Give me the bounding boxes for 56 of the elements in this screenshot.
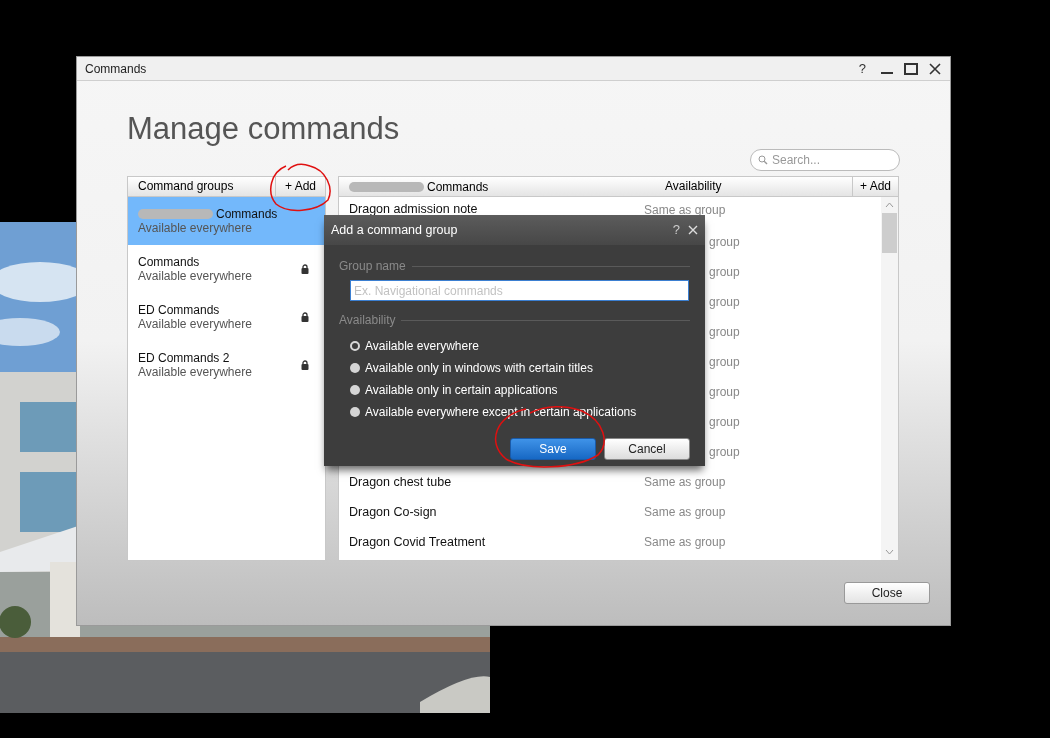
- table-cell-text: Same as group: [644, 474, 726, 491]
- add-button[interactable]: + Add: [275, 177, 325, 196]
- section-label: Group name: [339, 258, 406, 275]
- window-title: Commands: [85, 60, 147, 78]
- table-cell-text: group: [709, 354, 740, 371]
- help-button[interactable]: ?: [672, 220, 680, 240]
- help-button[interactable]: ?: [858, 58, 866, 79]
- maximize-icon[interactable]: [904, 61, 918, 76]
- lock-icon: [301, 360, 309, 370]
- group-name: ED Commands: [138, 303, 220, 317]
- column-header: Command groups: [137, 178, 235, 195]
- dialog-title: Add a command group: [331, 221, 458, 239]
- group-availability: Available everywhere: [138, 269, 253, 283]
- radio-button[interactable]: [350, 385, 360, 395]
- group-availability: Available everywhere: [138, 317, 253, 331]
- radio-button[interactable]: [350, 407, 360, 417]
- save-button[interactable]: Save: [510, 438, 596, 460]
- table-cell-text: Dragon Covid Treatment: [348, 533, 487, 551]
- group-name: Commands: [216, 207, 278, 221]
- group-item[interactable]: Commands Available everywhere: [128, 197, 325, 245]
- column-header: Availability: [664, 178, 723, 195]
- section-label: Availability: [339, 312, 396, 329]
- radio-option[interactable]: Available only in certain applications: [350, 379, 690, 401]
- table-cell-text: Dragon Co-sign: [348, 503, 438, 521]
- close-icon[interactable]: [928, 61, 942, 76]
- table-cell-text: group: [709, 234, 740, 251]
- table-cell-text: group: [709, 444, 740, 461]
- group-name: ED Commands 2: [138, 351, 230, 365]
- table-cell-text: group: [709, 264, 740, 281]
- table-cell-text: group: [709, 414, 740, 431]
- close-button[interactable]: Close: [844, 582, 930, 604]
- group-name-field[interactable]: Ex. Navigational commands: [350, 280, 689, 301]
- group-name: Commands: [138, 255, 200, 269]
- search-icon: [758, 155, 768, 165]
- radio-button[interactable]: [350, 363, 360, 373]
- scrollbar[interactable]: [881, 197, 898, 560]
- radio-option[interactable]: Available everywhere: [350, 335, 690, 357]
- cancel-button[interactable]: Cancel: [604, 438, 690, 460]
- radio-button[interactable]: [350, 341, 360, 351]
- scrollbar-thumb[interactable]: [882, 213, 897, 253]
- column-header: Commands: [427, 178, 489, 196]
- table-cell-text: Dragon admission note: [348, 201, 479, 219]
- table-cell-text: group: [709, 294, 740, 311]
- table-cell-text: group: [709, 324, 740, 341]
- lock-icon: [301, 264, 309, 274]
- lock-icon: [301, 312, 309, 322]
- add-button[interactable]: + Add: [852, 177, 898, 196]
- page-heading: Manage commands: [127, 110, 401, 148]
- table-cell-text: Dragon chest tube: [348, 473, 453, 491]
- radio-option[interactable]: Available only in windows with certain titles: [350, 357, 690, 379]
- table-cell-text: group: [709, 384, 740, 401]
- group-availability: Available everywhere: [138, 365, 253, 379]
- table-cell-text: Same as group: [644, 534, 726, 551]
- table-cell-text: Same as group: [644, 504, 726, 521]
- search-field[interactable]: Search...: [750, 149, 900, 171]
- group-availability: Available everywhere: [138, 221, 253, 235]
